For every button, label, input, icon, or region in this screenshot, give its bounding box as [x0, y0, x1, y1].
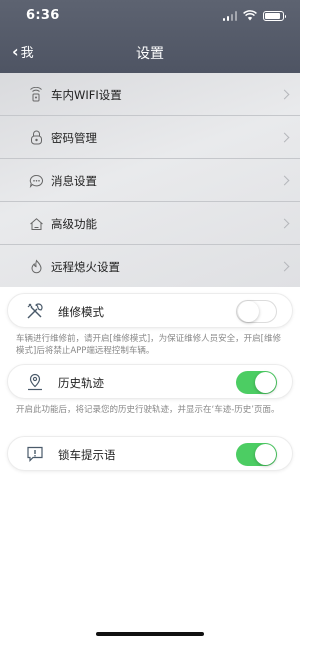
chevron-right-icon	[279, 261, 290, 272]
maintenance-mode-row: 维修模式	[7, 293, 293, 328]
toggle-label: 历史轨迹	[58, 376, 104, 390]
menu-item-label: 车内WIFI设置	[51, 87, 122, 102]
lock-prompt-row: 锁车提示语	[7, 436, 293, 471]
battery-icon	[263, 10, 286, 21]
settings-menu: 车内WIFI设置 密码管理 消息设置 高级功能 远程熄火设置	[0, 73, 300, 287]
chevron-right-icon	[279, 89, 290, 100]
history-track-toggle[interactable]	[236, 371, 277, 394]
history-track-note: 开启此功能后，将记录您的历史行驶轨迹，并显示在‘车迹-历史’页面。	[16, 405, 280, 415]
menu-item-password[interactable]: 密码管理	[0, 116, 300, 159]
maintenance-mode-toggle[interactable]	[236, 300, 277, 323]
chevron-right-icon	[279, 175, 290, 186]
status-icons	[222, 10, 286, 21]
header: 6:36 ‹ 我 设置	[0, 0, 300, 73]
menu-item-label: 消息设置	[51, 173, 97, 188]
toggle-label: 锁车提示语	[58, 448, 116, 462]
menu-item-advanced[interactable]: 高级功能	[0, 202, 300, 245]
menu-item-remote-shutoff[interactable]: 远程熄火设置	[0, 245, 300, 288]
status-time: 6:36	[26, 8, 60, 23]
menu-item-label: 远程熄火设置	[51, 259, 120, 274]
menu-item-wifi[interactable]: 车内WIFI设置	[0, 73, 300, 116]
home-indicator	[96, 632, 204, 636]
alert-message-icon	[25, 444, 45, 464]
maintenance-mode-note: 车辆进行维修前，请开启[维修模式]，为保证维修人员安全，开启[维修模式]后将禁止…	[16, 334, 281, 356]
chevron-right-icon	[279, 132, 290, 143]
lock-icon	[28, 130, 44, 146]
chevron-right-icon	[279, 218, 290, 229]
menu-item-messages[interactable]: 消息设置	[0, 159, 300, 202]
toggle-label: 维修模式	[58, 305, 104, 319]
wifi-status-icon	[243, 10, 257, 21]
message-icon	[28, 173, 44, 189]
page-title: 设置	[136, 46, 164, 62]
location-pin-icon	[25, 372, 45, 392]
lock-prompt-toggle[interactable]	[236, 443, 277, 466]
signal-icon	[222, 10, 237, 21]
menu-item-label: 高级功能	[51, 216, 97, 231]
menu-item-label: 密码管理	[51, 130, 97, 145]
history-track-row: 历史轨迹	[7, 364, 293, 399]
flame-icon	[28, 259, 44, 275]
wifi-icon	[28, 87, 44, 103]
tools-icon	[25, 301, 45, 321]
home-icon	[28, 216, 44, 232]
